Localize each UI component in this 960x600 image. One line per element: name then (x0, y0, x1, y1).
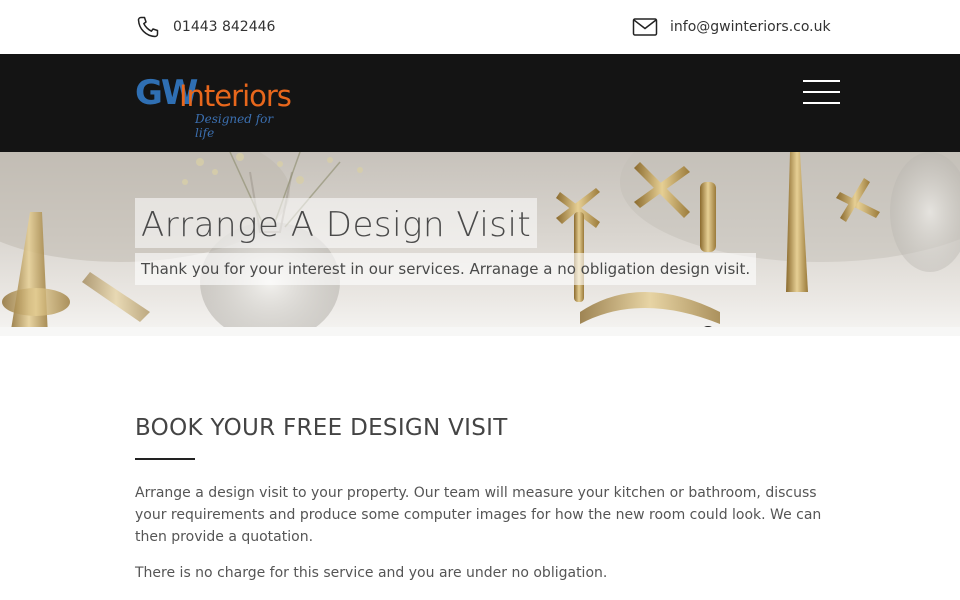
logo-tagline: Designed for life (195, 112, 274, 140)
hero-title-box: Arrange A Design Visit (135, 198, 538, 248)
no-obligation-paragraph: There is no charge for this service and … (135, 565, 608, 581)
email-contact[interactable]: info@gwinteriors.co.uk (632, 14, 831, 40)
phone-number-link[interactable]: 01443 842446 (173, 19, 275, 35)
phone-contact[interactable]: 01443 842446 (135, 14, 275, 40)
hero-subtitle: Thank you for your interest in our servi… (141, 260, 751, 278)
heading-divider (135, 458, 195, 460)
contact-bar: 01443 842446 info@gwinteriors.co.uk (0, 0, 960, 54)
intro-paragraph: Arrange a design visit to your property.… (135, 485, 822, 545)
phone-icon (135, 14, 161, 40)
main-content: BOOK YOUR FREE DESIGN VISIT Arrange a de… (135, 410, 825, 584)
section-heading: BOOK YOUR FREE DESIGN VISIT (135, 415, 508, 441)
gw-interiors-logo[interactable]: GW Interiors Designed for life (135, 74, 295, 140)
hamburger-menu-icon[interactable] (803, 80, 840, 104)
hero-subtitle-box: Thank you for your interest in our servi… (135, 253, 757, 285)
email-address-link[interactable]: info@gwinteriors.co.uk (670, 19, 831, 35)
envelope-icon (632, 14, 658, 40)
hero-banner: Arrange A Design Visit Thank you for you… (0, 152, 960, 336)
hero-title: Arrange A Design Visit (141, 205, 532, 245)
site-header: GW Interiors Designed for life (0, 54, 960, 152)
logo-interiors-text: Interiors (179, 79, 292, 113)
